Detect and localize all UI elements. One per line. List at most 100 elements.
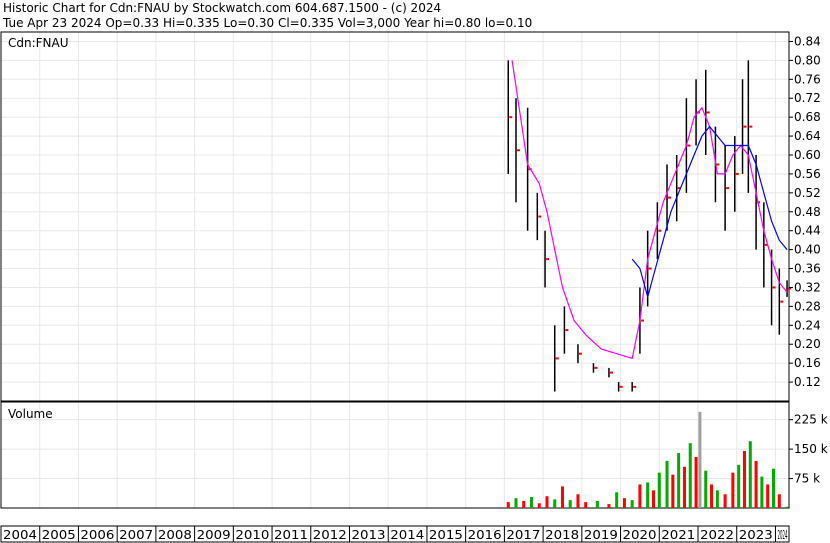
volume-panel-frame: [0, 401, 790, 509]
price-axis: 0.84 0.80 0.76 0.72 0.68 0.64 0.60 0.56 0.52 0.48…: [789, 34, 821, 389]
volume-bar: [553, 499, 557, 508]
volume-bar: [785, 506, 789, 508]
volume-bar: [748, 441, 752, 508]
volume-bar: [615, 492, 619, 508]
volume-bar: [731, 472, 735, 508]
volume-bar: [595, 500, 599, 508]
price-tick-label: 0.24: [794, 318, 821, 332]
price-close-mark: [555, 357, 559, 360]
grid: [0, 32, 789, 508]
volume-bar: [514, 498, 518, 508]
price-tick-label: 0.48: [794, 205, 821, 219]
price-close-mark: [668, 196, 672, 199]
price-close-mark: [743, 125, 747, 128]
price-close-mark: [772, 286, 776, 289]
moving-averages: [511, 60, 788, 360]
stock-chart: Cdn:FNAU Volume 0.84 0.80 0.76 0.72 0.68 0.64…: [0, 31, 828, 543]
volume-bar: [630, 500, 634, 508]
price-tick-label: 0.12: [794, 375, 821, 389]
volume-bar: [545, 496, 549, 508]
price-tick-label: 0.28: [794, 299, 821, 313]
price-bars: [507, 60, 792, 392]
year-tick-label: 2013: [352, 528, 386, 542]
price-close-mark: [735, 172, 739, 175]
volume-bar: [777, 494, 781, 508]
price-close-mark: [517, 149, 521, 152]
volume-bar: [506, 502, 510, 508]
volume-bar: [622, 498, 626, 508]
year-tick-label: 2006: [80, 528, 114, 542]
volume-bar: [537, 503, 541, 508]
year-tick-label: 2016: [468, 528, 502, 542]
volume-bar: [651, 490, 655, 508]
price-close-mark: [578, 352, 582, 355]
year-tick-label: 2011: [274, 528, 308, 542]
year-tick-label: 2012: [313, 528, 347, 542]
volume-bar: [694, 456, 698, 508]
price-tick-label: 0.56: [794, 167, 821, 181]
price-tick-label: 0.84: [794, 34, 821, 48]
volume-tick-label: 75 k: [794, 472, 820, 486]
price-close-mark: [619, 385, 623, 388]
chart-page: Historic Chart for Cdn:FNAU by Stockwatc…: [0, 0, 830, 543]
price-tick-label: 0.44: [794, 224, 821, 238]
volume-bar: [657, 472, 661, 508]
volume-bar: [646, 482, 650, 508]
volume-bar: [529, 497, 533, 508]
price-close-mark: [780, 300, 784, 303]
volume-bar: [715, 490, 719, 508]
price-close-mark: [609, 371, 613, 374]
year-tick-label: 2004: [3, 528, 37, 542]
volume-tick-label: 150 k: [794, 442, 828, 456]
price-close-mark: [565, 329, 569, 332]
year-tick-label: 2009: [197, 528, 231, 542]
volume-bar: [723, 494, 727, 508]
volume-bar: [704, 470, 708, 508]
year-tick-label: 2017: [506, 528, 540, 542]
price-tick-label: 0.32: [794, 280, 821, 294]
volume-panel-label: Volume: [8, 407, 53, 421]
volume-bar: [737, 464, 741, 508]
year-tick-label: 2018: [545, 528, 579, 542]
price-tick-label: 0.72: [794, 91, 821, 105]
volume-bar: [568, 500, 572, 508]
volume-bar: [665, 460, 669, 508]
year-tick-label: 2008: [158, 528, 192, 542]
volume-bar: [584, 502, 588, 508]
price-tick-label: 0.76: [794, 72, 821, 86]
price-close-mark: [687, 144, 691, 147]
price-close-mark: [716, 163, 720, 166]
year-tick-label: 2023: [739, 528, 773, 542]
volume-tick-label: 225 k: [794, 413, 828, 427]
volume-bar: [677, 453, 681, 508]
year-tick-label: 2022: [700, 528, 734, 542]
volume-bar: [638, 484, 642, 508]
year-tick-label: 2007: [119, 528, 153, 542]
volume-bar: [772, 468, 776, 508]
volume-panel: Volume: [0, 401, 790, 509]
volume-bar: [560, 486, 564, 508]
volume-bar: [698, 411, 702, 508]
price-tick-label: 0.16: [794, 356, 821, 370]
price-tick-label: 0.52: [794, 186, 821, 200]
price-close-mark: [546, 258, 550, 261]
year-tick-label: 2014: [390, 528, 424, 542]
volume-bars: [506, 411, 789, 508]
volume-bar: [760, 476, 764, 508]
price-panel-label: Cdn:FNAU: [8, 36, 69, 50]
year-tick-label: 2005: [42, 528, 76, 542]
price-close-mark: [509, 116, 513, 119]
price-tick-label: 0.80: [794, 53, 821, 67]
price-close-mark: [648, 267, 652, 270]
moving-average-line: [511, 60, 788, 360]
price-tick-label: 0.60: [794, 148, 821, 162]
year-tick-label: 2020: [623, 528, 657, 542]
year-tick-label: 2015: [429, 528, 463, 542]
volume-bar: [671, 474, 675, 508]
year-tick-label: 2024: [777, 528, 787, 542]
year-tick-label: 2021: [661, 528, 695, 542]
price-close-mark: [726, 187, 730, 190]
volume-bar: [607, 504, 611, 508]
price-tick-label: 0.40: [794, 243, 821, 257]
year-tick-label: 2010: [235, 528, 269, 542]
